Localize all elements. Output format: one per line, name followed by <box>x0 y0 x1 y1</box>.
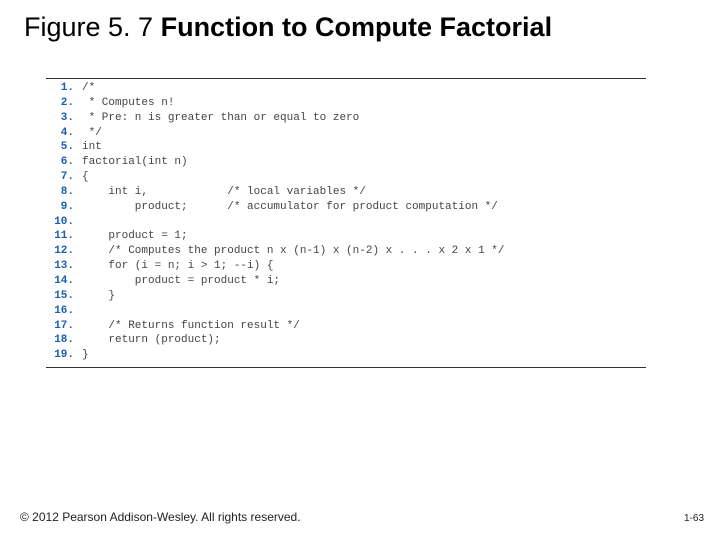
code-row: 2. * Computes n! <box>46 96 646 111</box>
code-rule-bottom <box>46 367 646 368</box>
line-number: 18. <box>46 333 82 348</box>
code-row: 16. <box>46 304 646 319</box>
code-text: product = product * i; <box>82 274 280 289</box>
line-number: 7. <box>46 170 82 185</box>
code-text: int i, /* local variables */ <box>82 185 366 200</box>
code-text: */ <box>82 126 102 141</box>
code-row: 17. /* Returns function result */ <box>46 319 646 334</box>
code-text: } <box>82 289 115 304</box>
line-number: 13. <box>46 259 82 274</box>
code-row: 14. product = product * i; <box>46 274 646 289</box>
code-text: product = 1; <box>82 229 188 244</box>
code-block: 1./*2. * Computes n!3. * Pre: n is great… <box>46 78 646 368</box>
title-bold: Function to Compute Factorial <box>161 12 553 42</box>
code-row: 7.{ <box>46 170 646 185</box>
code-text: * Computes n! <box>82 96 174 111</box>
code-row: 19.} <box>46 348 646 363</box>
code-row: 15. } <box>46 289 646 304</box>
code-text: /* <box>82 81 95 96</box>
code-row: 3. * Pre: n is greater than or equal to … <box>46 111 646 126</box>
page-number: 1-63 <box>684 513 704 524</box>
slide: Figure 5. 7 Function to Compute Factoria… <box>0 0 720 540</box>
line-number: 3. <box>46 111 82 126</box>
code-row: 18. return (product); <box>46 333 646 348</box>
line-number: 14. <box>46 274 82 289</box>
line-number: 9. <box>46 200 82 215</box>
code-text: /* Returns function result */ <box>82 319 300 334</box>
line-number: 5. <box>46 140 82 155</box>
line-number: 10. <box>46 215 82 230</box>
line-number: 11. <box>46 229 82 244</box>
line-number: 15. <box>46 289 82 304</box>
line-number: 6. <box>46 155 82 170</box>
code-text: product; /* accumulator for product comp… <box>82 200 498 215</box>
code-row: 6.factorial(int n) <box>46 155 646 170</box>
code-row: 5.int <box>46 140 646 155</box>
line-number: 8. <box>46 185 82 200</box>
code-row: 8. int i, /* local variables */ <box>46 185 646 200</box>
line-number: 4. <box>46 126 82 141</box>
code-text: { <box>82 170 89 185</box>
line-number: 1. <box>46 81 82 96</box>
title-prefix: Figure 5. 7 <box>24 12 161 42</box>
copyright-footer: © 2012 Pearson Addison-Wesley. All right… <box>20 510 301 524</box>
code-text: * Pre: n is greater than or equal to zer… <box>82 111 359 126</box>
line-number: 2. <box>46 96 82 111</box>
code-text: } <box>82 348 89 363</box>
code-row: 10. <box>46 215 646 230</box>
code-text: int <box>82 140 102 155</box>
code-row: 12. /* Computes the product n x (n-1) x … <box>46 244 646 259</box>
code-rule-top <box>46 78 646 79</box>
code-text: factorial(int n) <box>82 155 188 170</box>
slide-title: Figure 5. 7 Function to Compute Factoria… <box>24 12 552 43</box>
code-row: 1./* <box>46 81 646 96</box>
line-number: 17. <box>46 319 82 334</box>
code-row: 13. for (i = n; i > 1; --i) { <box>46 259 646 274</box>
line-number: 19. <box>46 348 82 363</box>
code-text: return (product); <box>82 333 221 348</box>
line-number: 16. <box>46 304 82 319</box>
code-lines: 1./*2. * Computes n!3. * Pre: n is great… <box>46 81 646 363</box>
code-row: 11. product = 1; <box>46 229 646 244</box>
line-number: 12. <box>46 244 82 259</box>
code-text: for (i = n; i > 1; --i) { <box>82 259 273 274</box>
code-text: /* Computes the product n x (n-1) x (n-2… <box>82 244 504 259</box>
code-row: 9. product; /* accumulator for product c… <box>46 200 646 215</box>
code-row: 4. */ <box>46 126 646 141</box>
